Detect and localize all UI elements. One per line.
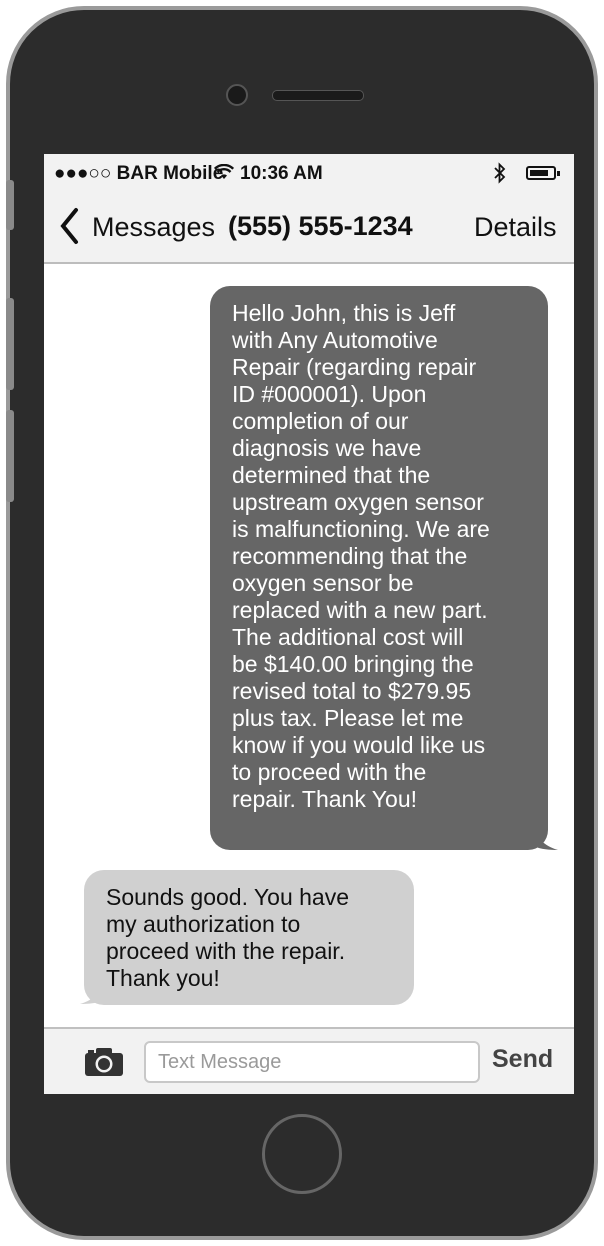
message-line: completion of our <box>232 408 409 434</box>
camera-icon[interactable] <box>84 1047 124 1077</box>
message-line: know if you would like us <box>232 732 486 758</box>
message-line: recommending that the <box>232 543 468 569</box>
status-bar: ●●●○○ BAR Mobile 10:36 AM <box>44 154 574 192</box>
bluetooth-icon <box>494 162 506 190</box>
message-line: Sounds good. You have <box>106 884 350 910</box>
phone-screen: ●●●○○ BAR Mobile 10:36 AM Messages (555)… <box>44 154 574 1094</box>
send-button[interactable]: Send <box>492 1045 553 1074</box>
carrier-label: ●●●○○ BAR Mobile <box>54 163 224 184</box>
details-button[interactable]: Details <box>474 212 557 243</box>
outgoing-bubble-tail <box>530 820 558 850</box>
message-line: Thank you! <box>106 965 220 991</box>
message-line: oxygen sensor be <box>232 570 414 596</box>
wifi-icon <box>213 163 235 185</box>
message-line: my authorization to <box>106 911 301 937</box>
message-line: Repair (regarding repair <box>232 354 477 380</box>
contact-title: (555) 555-1234 <box>228 211 413 241</box>
message-line: upstream oxygen sensor <box>232 489 484 515</box>
front-camera <box>226 84 248 106</box>
outgoing-message-bubble: Hello John, this is Jeff with Any Automot… <box>210 286 548 850</box>
message-composer: Send <box>44 1027 574 1094</box>
message-line: plus tax. Please let me <box>232 705 464 731</box>
message-line: revised total to $279.95 <box>232 678 472 704</box>
volume-up-button <box>6 298 14 390</box>
message-line: repair. Thank You! <box>232 786 417 812</box>
battery-level <box>530 170 548 176</box>
message-line: replaced with a new part. <box>232 597 488 623</box>
incoming-message-bubble: Sounds good. You have my authorization to… <box>84 870 414 1005</box>
earpiece-speaker <box>272 90 364 101</box>
message-line: determined that the <box>232 462 431 488</box>
message-input[interactable] <box>144 1041 480 1083</box>
message-line: be $140.00 bringing the <box>232 651 474 677</box>
home-button[interactable] <box>262 1114 342 1194</box>
message-line: to proceed with the <box>232 759 427 785</box>
back-button[interactable]: Messages <box>92 212 215 243</box>
silent-switch <box>6 180 14 230</box>
message-line: ID #000001). Upon <box>232 381 427 407</box>
battery-icon <box>526 166 560 180</box>
message-line: is malfunctioning. We are <box>232 516 490 542</box>
message-text: Hello John, this is Jeff with Any Automot… <box>232 300 530 813</box>
message-line: proceed with the repair. <box>106 938 346 964</box>
chevron-left-icon[interactable] <box>58 206 80 246</box>
volume-down-button <box>6 410 14 502</box>
message-line: diagnosis we have <box>232 435 422 461</box>
message-line: with Any Automotive <box>232 327 438 353</box>
nav-bar: Messages (555) 555-1234 Details <box>44 192 574 264</box>
message-line: The additional cost will <box>232 624 464 650</box>
message-text: Sounds good. You have my authorization to… <box>106 884 396 992</box>
message-line: Hello John, this is Jeff <box>232 300 456 326</box>
status-time: 10:36 AM <box>240 163 323 184</box>
incoming-bubble-tail <box>80 974 108 1004</box>
